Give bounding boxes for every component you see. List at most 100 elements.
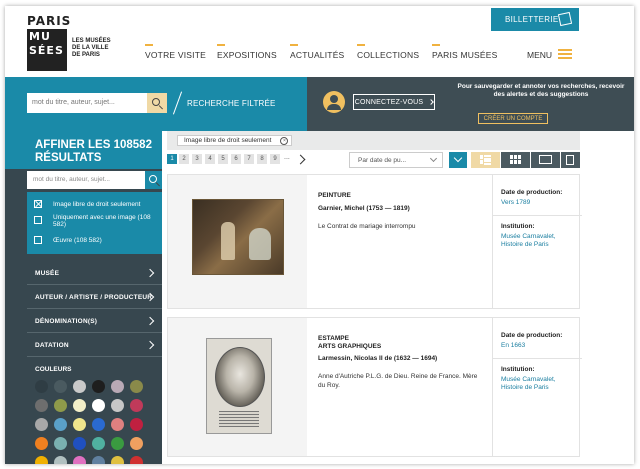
close-icon[interactable]: ×: [280, 137, 289, 145]
nav-paris-musees[interactable]: PARIS MUSÉES: [432, 44, 498, 60]
result-type: PEINTURE: [318, 192, 351, 199]
connect-button[interactable]: CONNECTEZ-VOUS: [353, 94, 435, 110]
color-swatch[interactable]: [92, 456, 105, 464]
page-8[interactable]: 8: [257, 154, 267, 164]
result-author[interactable]: Larmessin, Nicolas II de (1632 — 1694): [318, 355, 437, 362]
oeuvre-checkbox[interactable]: [34, 236, 42, 244]
result-title[interactable]: Le Contrat de mariage interrompu: [318, 222, 483, 231]
sort-select[interactable]: Par date de pu...: [349, 152, 443, 168]
with-image-checkbox[interactable]: [34, 216, 42, 224]
color-swatch[interactable]: [35, 437, 48, 450]
paris-musees-logo[interactable]: PARIS MU SÉES LES MUSÉES DE LA VILLE DE …: [27, 14, 119, 72]
page-2[interactable]: 2: [179, 154, 189, 164]
color-swatch[interactable]: [130, 399, 143, 412]
page-4[interactable]: 4: [205, 154, 215, 164]
color-swatch[interactable]: [73, 456, 86, 464]
facet-datation[interactable]: DATATION: [27, 334, 162, 357]
color-swatch[interactable]: [111, 437, 124, 450]
color-swatch[interactable]: [92, 380, 105, 393]
active-filters-bar: Image libre de droit seulement ×: [167, 131, 580, 150]
page-7[interactable]: 7: [244, 154, 254, 164]
result-title[interactable]: Anne d'Autriche P.L.G. de Dieu. Reine de…: [318, 372, 483, 390]
color-swatch[interactable]: [92, 437, 105, 450]
main-search-button[interactable]: [147, 93, 167, 113]
result-thumbnail[interactable]: [168, 318, 307, 456]
color-swatch[interactable]: [111, 380, 124, 393]
nav-votre-visite[interactable]: VOTRE VISITE: [145, 44, 206, 60]
facet-auteur[interactable]: AUTEUR / ARTISTE / PRODUCTEUR: [27, 286, 162, 309]
color-swatch[interactable]: [73, 380, 86, 393]
menu-label[interactable]: MENU: [527, 50, 552, 60]
result-meta: Date de production: En 1663 Institution:…: [492, 318, 582, 456]
account-promo-text: Pour sauvegarder et annoter vos recherch…: [457, 83, 625, 98]
grid-view-button[interactable]: [501, 152, 530, 168]
color-swatch[interactable]: [54, 437, 67, 450]
free-image-label: Image libre de droit seulement: [53, 201, 141, 208]
chevron-right-icon: [145, 268, 155, 278]
color-swatch[interactable]: [54, 418, 67, 431]
page-6[interactable]: 6: [231, 154, 241, 164]
facet-denomination[interactable]: DÉNOMINATION(S): [27, 310, 162, 333]
color-swatch[interactable]: [130, 380, 143, 393]
color-swatch[interactable]: [111, 399, 124, 412]
page-9[interactable]: 9: [270, 154, 280, 164]
engraving-image: [206, 338, 272, 434]
sidebar-search-input[interactable]: mot du titre, auteur, sujet...: [27, 171, 145, 189]
filter-options: Image libre de droit seulement Uniquemen…: [27, 192, 162, 254]
facet-auteur-label: AUTEUR / ARTISTE / PRODUCTEUR: [35, 294, 153, 301]
list-view-icon: [480, 155, 491, 165]
site-header: PARIS MU SÉES LES MUSÉES DE LA VILLE DE …: [5, 6, 634, 77]
color-swatch[interactable]: [73, 437, 86, 450]
page-3[interactable]: 3: [192, 154, 202, 164]
institution-value[interactable]: Musée Carnavalet, Histoire de Paris: [501, 376, 579, 391]
date-label: Date de production:: [501, 189, 563, 196]
result-card[interactable]: ESTAMPE ARTS GRAPHIQUES Larmessin, Nicol…: [167, 317, 582, 457]
color-swatch[interactable]: [130, 437, 143, 450]
sort-order-button[interactable]: [449, 152, 467, 168]
color-swatch[interactable]: [35, 380, 48, 393]
color-swatch[interactable]: [130, 456, 143, 464]
search-panel: mot du titre, auteur, sujet... RECHERCHE…: [5, 77, 319, 131]
nav-actualites[interactable]: ACTUALITÉS: [290, 44, 344, 60]
page-1[interactable]: 1: [167, 154, 177, 164]
nav-collections[interactable]: COLLECTIONS: [357, 44, 419, 60]
color-swatch[interactable]: [73, 418, 86, 431]
result-card[interactable]: PEINTURE Garnier, Michel (1753 — 1819) L…: [167, 174, 582, 309]
color-swatch[interactable]: [54, 399, 67, 412]
color-swatch[interactable]: [35, 456, 48, 464]
logo-paris-text: PARIS: [27, 14, 72, 28]
date-value: En 1663: [501, 342, 526, 349]
free-image-checkbox[interactable]: [34, 200, 42, 208]
refine-title: AFFINER LES 108582 RÉSULTATS: [5, 131, 162, 169]
slideshow-view-button[interactable]: [531, 152, 560, 168]
meta-divider: [493, 358, 582, 359]
active-filter-tag[interactable]: Image libre de droit seulement ×: [177, 135, 293, 146]
next-page-icon[interactable]: [295, 154, 306, 165]
result-author[interactable]: Garnier, Michel (1753 — 1819): [318, 205, 410, 212]
color-swatch[interactable]: [35, 399, 48, 412]
color-swatch[interactable]: [111, 418, 124, 431]
billetterie-button[interactable]: BILLETTERIE: [491, 8, 579, 31]
color-swatch[interactable]: [73, 399, 86, 412]
page-5[interactable]: 5: [218, 154, 228, 164]
list-view-button[interactable]: [471, 152, 500, 168]
color-swatch[interactable]: [54, 456, 67, 464]
color-swatch[interactable]: [54, 380, 67, 393]
result-thumbnail[interactable]: [168, 175, 307, 308]
nav-expositions[interactable]: EXPOSITIONS: [217, 44, 277, 60]
mosaic-view-button[interactable]: [561, 152, 580, 168]
color-swatch[interactable]: [92, 418, 105, 431]
divider-slash: [172, 91, 183, 115]
facet-musee[interactable]: MUSÉE: [27, 262, 162, 285]
hamburger-menu-icon[interactable]: [558, 49, 572, 59]
main-search-input[interactable]: mot du titre, auteur, sujet...: [27, 93, 147, 113]
color-swatch[interactable]: [35, 418, 48, 431]
search-icon: [152, 98, 160, 106]
color-swatch[interactable]: [130, 418, 143, 431]
color-swatch[interactable]: [111, 456, 124, 464]
institution-value[interactable]: Musée Carnavalet, Histoire de Paris: [501, 233, 579, 248]
color-swatch[interactable]: [92, 399, 105, 412]
recherche-filtree-link[interactable]: RECHERCHE FILTRÉE: [187, 99, 276, 108]
create-account-button[interactable]: CRÉER UN COMPTE: [478, 113, 548, 124]
sidebar-search-button[interactable]: [145, 171, 162, 189]
